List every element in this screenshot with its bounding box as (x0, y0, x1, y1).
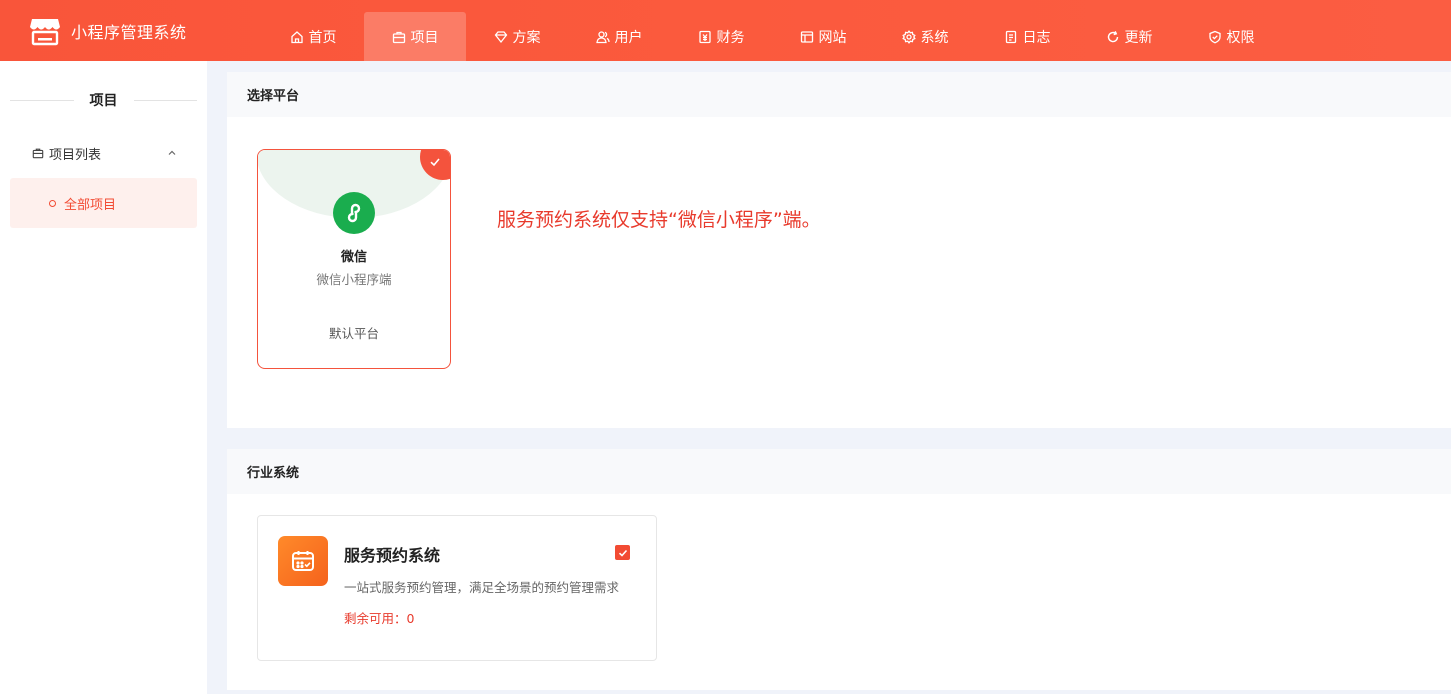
nav-plan-label: 方案 (512, 29, 541, 46)
users-icon (595, 30, 610, 43)
nav-log[interactable]: 日志 (976, 12, 1078, 61)
nav-users-label: 用户 (614, 29, 643, 46)
finance-icon (698, 30, 711, 43)
wechat-miniprogram-icon (333, 192, 375, 234)
sidebar-item-all-projects[interactable]: 全部项目 (10, 178, 197, 228)
divider (133, 99, 197, 101)
store-icon (29, 16, 61, 46)
sidebar-title: 项目 (89, 93, 118, 109)
diamond-icon (494, 30, 507, 43)
home-icon (290, 30, 303, 43)
briefcase-icon (32, 148, 44, 159)
sidebar-heading: 项目 (10, 89, 197, 111)
nav-permission[interactable]: 权限 (1180, 12, 1282, 61)
system-remaining: 剩余可用：0 (344, 611, 415, 626)
nav-project[interactable]: 项目 (364, 12, 466, 61)
nav-project-label: 项目 (410, 29, 439, 46)
nav-website-label: 网站 (818, 29, 847, 46)
platform-notice: 服务预约系统仅支持“微信小程序”端。 (497, 209, 821, 231)
briefcase-icon (392, 31, 405, 43)
gear-icon (901, 29, 916, 44)
sidebar-group-project-list[interactable]: 项目列表 (32, 143, 182, 163)
sidebar-group-label: 项目列表 (49, 147, 102, 163)
nav-update[interactable]: 更新 (1078, 12, 1180, 61)
nav-log-label: 日志 (1022, 29, 1051, 46)
sidebar: 项目 项目列表 全部项目 (0, 61, 207, 694)
nav-home-label: 首页 (308, 29, 337, 46)
nav-plan[interactable]: 方案 (466, 12, 568, 61)
nav-home[interactable]: 首页 (262, 12, 364, 61)
layout-icon (800, 30, 813, 43)
nav-users[interactable]: 用户 (568, 12, 670, 61)
nav-system[interactable]: 系统 (874, 12, 976, 61)
shield-check-icon (1208, 30, 1221, 44)
check-icon (430, 158, 440, 167)
panel-title: 行业系统 (227, 449, 1451, 494)
system-description: 一站式服务预约管理，满足全场景的预约管理需求 (344, 580, 620, 595)
brand-title: 小程序管理系统 (71, 23, 187, 42)
brand[interactable]: 小程序管理系统 (29, 16, 187, 46)
nav-finance[interactable]: 财务 (670, 12, 772, 61)
industry-panel: 行业系统 服务预约系统 一站式服务预约管理，满足全场景的预约管理需求 剩余可用：… (227, 449, 1451, 690)
calendar-icon (278, 536, 328, 586)
platform-panel: 选择平台 微信 微信小程序端 默认平台 服务预约系统仅支持“微信小程序”端。 (227, 72, 1451, 428)
nav-system-label: 系统 (920, 29, 949, 46)
main-nav: 首页 项目 方案 用户 财务 网站 系统 日志 更新 权限 (262, 12, 1282, 61)
document-icon (1005, 30, 1016, 43)
system-title: 服务预约系统 (344, 546, 441, 565)
nav-update-label: 更新 (1124, 29, 1153, 46)
nav-website[interactable]: 网站 (772, 12, 874, 61)
platform-default-tag: 默认平台 (328, 326, 379, 341)
platform-card-wechat[interactable]: 微信 微信小程序端 默认平台 (257, 149, 451, 369)
platform-subtitle: 微信小程序端 (316, 272, 392, 287)
nav-permission-label: 权限 (1226, 29, 1255, 46)
platform-name: 微信 (340, 250, 367, 265)
top-navbar: 小程序管理系统 首页 项目 方案 用户 财务 网站 系统 日志 更新 权限 (0, 0, 1451, 61)
divider (10, 99, 74, 101)
nav-finance-label: 财务 (716, 29, 745, 46)
panel-title: 选择平台 (227, 72, 1451, 117)
sidebar-item-label: 全部项目 (64, 197, 117, 213)
system-checkbox[interactable] (615, 545, 630, 560)
chevron-up-icon[interactable] (167, 148, 177, 158)
system-card-service-booking[interactable]: 服务预约系统 一站式服务预约管理，满足全场景的预约管理需求 剩余可用：0 (257, 515, 657, 661)
bullet-icon (49, 199, 56, 207)
refresh-icon (1107, 30, 1118, 42)
